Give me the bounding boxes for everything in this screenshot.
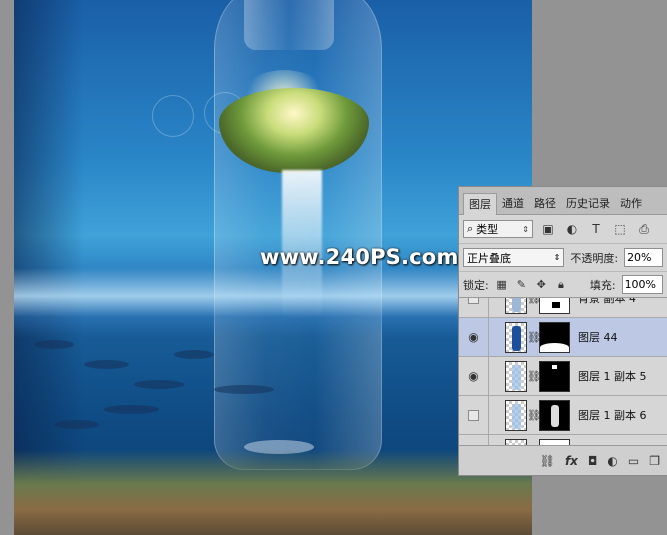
fish bbox=[134, 380, 184, 389]
lock-position-icon[interactable]: ✥ bbox=[534, 278, 548, 292]
fish bbox=[84, 360, 129, 369]
fish bbox=[174, 350, 214, 359]
tab-history[interactable]: 历史记录 bbox=[561, 193, 615, 215]
lock-pixels-icon[interactable]: ✎ bbox=[515, 278, 529, 292]
hidden-box-icon bbox=[468, 409, 479, 421]
visibility-toggle[interactable] bbox=[459, 395, 489, 435]
layer-row[interactable]: ◉ ⛓ 图层 44 bbox=[459, 317, 667, 357]
document-canvas[interactable]: www.240PS.com bbox=[14, 0, 532, 535]
fish bbox=[104, 405, 159, 414]
layer-name[interactable]: 图层 44 bbox=[578, 329, 618, 345]
layer-row[interactable]: ⛓ 图层 1 副本 6 bbox=[459, 395, 667, 435]
layer-row[interactable]: ◉ ⛓ 图层 1 副本 5 bbox=[459, 356, 667, 396]
water-surface bbox=[14, 268, 532, 338]
lens-flare-ring bbox=[152, 95, 194, 137]
fish bbox=[214, 385, 274, 394]
fill-label: 填充: bbox=[589, 278, 616, 292]
coral-reef bbox=[14, 450, 532, 535]
filter-kind-select[interactable]: ⌕ 类型 ⇕ bbox=[463, 220, 533, 238]
chevron-updown-icon: ⇕ bbox=[553, 253, 561, 262]
lock-row: 锁定: ▦ ✎ ✥ 🔒︎ 填充: 100% bbox=[459, 271, 667, 297]
image-filter-icon[interactable]: ▣ bbox=[539, 220, 557, 238]
tab-actions[interactable]: 动作 bbox=[615, 193, 647, 215]
layer-thumbnail bbox=[505, 321, 527, 353]
layer-name[interactable]: 背景 副本 4 bbox=[578, 298, 636, 306]
eye-icon: ◉ bbox=[468, 369, 479, 383]
panel-tabs: 图层 通道 路径 历史记录 动作 bbox=[459, 187, 667, 215]
bottle-thumb bbox=[512, 325, 521, 351]
adjustment-icon[interactable]: ◐ bbox=[607, 454, 617, 468]
filter-kind-value: 类型 bbox=[476, 223, 499, 236]
bottle-thumb bbox=[512, 403, 521, 429]
layer-mask bbox=[539, 321, 570, 353]
tab-layers[interactable]: 图层 bbox=[463, 193, 497, 215]
filter-row: ⌕ 类型 ⇕ ▣ ◐ T ⬚ ⎙ bbox=[459, 215, 667, 243]
hidden-box-icon bbox=[468, 298, 479, 304]
layer-mask bbox=[539, 360, 570, 392]
link-chain-icon[interactable]: ⛓ bbox=[527, 298, 541, 305]
visibility-toggle[interactable]: ◉ bbox=[459, 317, 489, 357]
layer-row[interactable]: ⛓ 背景 副本 4 bbox=[459, 298, 667, 318]
opacity-field[interactable]: 20% bbox=[624, 248, 663, 267]
layer-name[interactable]: 图层 1 副本 6 bbox=[578, 407, 647, 423]
fill-field[interactable]: 100% bbox=[621, 275, 663, 294]
layer-thumbnail bbox=[505, 298, 527, 314]
layer-mask bbox=[539, 298, 570, 314]
adjustment-filter-icon[interactable]: ◐ bbox=[563, 220, 581, 238]
eye-icon: ◉ bbox=[468, 330, 479, 344]
lock-all-icon[interactable]: 🔒︎ bbox=[554, 278, 568, 292]
smart-object-icon bbox=[512, 298, 521, 312]
bottle-thumb bbox=[512, 364, 521, 390]
link-chain-icon[interactable]: ⛓ bbox=[527, 331, 541, 344]
search-icon: ⌕ bbox=[467, 222, 474, 235]
fx-icon[interactable]: fx bbox=[565, 454, 578, 468]
lock-transparency-icon[interactable]: ▦ bbox=[495, 278, 509, 292]
layers-panel: 图层 通道 路径 历史记录 动作 ⌕ 类型 ⇕ ▣ ◐ T ⬚ ⎙ 正片叠底 ⇕… bbox=[458, 186, 667, 476]
type-filter-icon[interactable]: T bbox=[587, 220, 605, 238]
chevron-updown-icon: ⇕ bbox=[522, 224, 529, 234]
lock-label: 锁定: bbox=[463, 278, 489, 292]
opacity-label: 不透明度: bbox=[570, 251, 619, 265]
watermark-text: www.240PS.com bbox=[260, 245, 459, 269]
folder-icon[interactable]: ▭ bbox=[628, 454, 639, 468]
link-icon[interactable]: ⛓ bbox=[540, 454, 555, 468]
tab-paths[interactable]: 路径 bbox=[529, 193, 561, 215]
layer-thumbnail bbox=[505, 360, 527, 392]
new-layer-icon[interactable]: ❐ bbox=[649, 454, 660, 468]
blend-row: 正片叠底 ⇕ 不透明度: 20% bbox=[459, 243, 667, 271]
layer-name[interactable]: 图层 1 副本 5 bbox=[578, 368, 647, 384]
fish bbox=[34, 340, 74, 349]
link-chain-icon[interactable]: ⛓ bbox=[527, 370, 541, 383]
smart-object-filter-icon[interactable]: ⎙ bbox=[635, 220, 653, 238]
shape-filter-icon[interactable]: ⬚ bbox=[611, 220, 629, 238]
fish bbox=[54, 420, 99, 429]
panel-footer: ⛓ fx ◘ ◐ ▭ ❐ bbox=[459, 445, 667, 475]
layer-list: ⛓ 背景 副本 4 ◉ ⛓ 图层 44 ◉ ⛓ 图层 1 副本 5 ⛓ 图层 1… bbox=[459, 297, 667, 447]
add-mask-icon[interactable]: ◘ bbox=[588, 454, 598, 468]
link-chain-icon[interactable]: ⛓ bbox=[527, 409, 541, 422]
layer-mask bbox=[539, 399, 570, 431]
visibility-toggle[interactable]: ◉ bbox=[459, 356, 489, 396]
visibility-toggle[interactable] bbox=[459, 298, 489, 318]
blend-mode-select[interactable]: 正片叠底 ⇕ bbox=[463, 248, 565, 267]
tab-channels[interactable]: 通道 bbox=[497, 193, 529, 215]
blend-mode-value: 正片叠底 bbox=[467, 251, 511, 265]
layer-thumbnail bbox=[505, 399, 527, 431]
